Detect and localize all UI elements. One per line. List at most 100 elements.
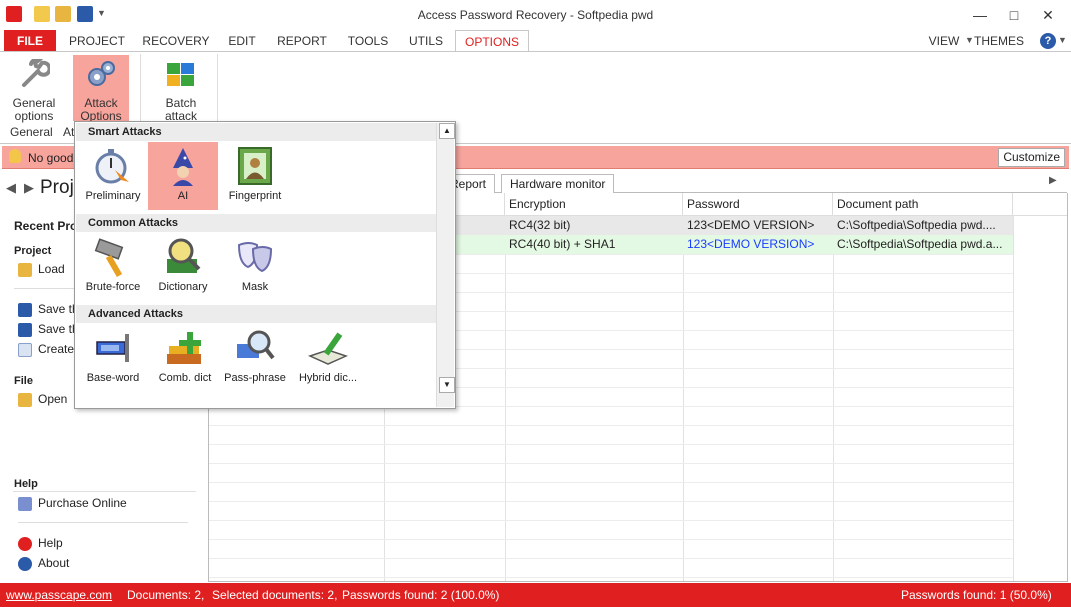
cart-icon: [18, 496, 32, 511]
tab-recovery[interactable]: RECOVERY: [138, 30, 214, 52]
lifebuoy-icon: [18, 536, 32, 551]
help-heading: Help: [14, 478, 38, 490]
save-as-item[interactable]: Save th: [18, 322, 79, 337]
scroll-down-icon[interactable]: ▼: [439, 377, 455, 393]
attack-options-button[interactable]: Attack Options: [73, 55, 129, 123]
general-options-button[interactable]: General options: [6, 55, 62, 123]
view-menu[interactable]: VIEW: [924, 30, 964, 52]
hybrid-dict-attack[interactable]: Hybrid dic...: [292, 324, 364, 392]
mask-label: Mask: [241, 281, 269, 293]
maximize-button[interactable]: □: [997, 4, 1031, 26]
pass-phrase-attack[interactable]: Pass-phrase: [220, 324, 290, 392]
file-heading: File: [14, 375, 33, 387]
cell-password: 123<DEMO VERSION>: [687, 237, 815, 251]
fingerprint-label: Fingerprint: [228, 190, 282, 202]
scroll-right-icon[interactable]: ▶: [1049, 175, 1057, 186]
ribbon-label-general-2: options: [14, 109, 54, 123]
caliper-icon: [93, 328, 133, 368]
column-encryption[interactable]: Encryption: [505, 193, 683, 215]
grid-line: [683, 215, 684, 581]
magnifier-book-icon: [163, 237, 203, 277]
comb-dict-label: Comb. dict: [158, 372, 212, 384]
wizard-icon: [163, 146, 203, 186]
tab-file[interactable]: FILE: [4, 30, 56, 52]
purchase-online-item[interactable]: Purchase Online: [18, 496, 127, 511]
preliminary-label: Preliminary: [85, 190, 141, 202]
batch-attack-button[interactable]: Batch attack: [152, 55, 210, 123]
tab-report[interactable]: REPORT: [270, 30, 334, 52]
tab-tools[interactable]: TOOLS: [340, 30, 396, 52]
attack-options-dropdown: Smart Attacks Preliminary AI Fingerprint…: [74, 121, 456, 409]
grid-row-line: [209, 520, 1013, 521]
folder-icon: [18, 262, 32, 277]
help-icon[interactable]: ?: [1040, 33, 1056, 49]
create-label: Create: [38, 342, 75, 356]
lightbulb-icon: [9, 149, 21, 163]
fingerprint-icon: [235, 146, 275, 186]
title-bar: ▼ Access Password Recovery - Softpedia p…: [0, 0, 1071, 30]
recent-projects-heading: Recent Proj: [14, 219, 81, 233]
ribbon-tabs: FILE PROJECT RECOVERY EDIT REPORT TOOLS …: [0, 30, 1071, 53]
book-pen-icon: [307, 328, 349, 368]
selected-count: Selected documents: 2,: [212, 588, 338, 602]
fingerprint-attack[interactable]: Fingerprint: [220, 142, 290, 210]
cell-password: 123<DEMO VERSION>: [687, 218, 815, 232]
section-smart-attacks: Smart Attacks: [76, 123, 436, 141]
scroll-up-icon[interactable]: ▲: [439, 123, 455, 139]
tab-hardware-monitor[interactable]: Hardware monitor: [501, 174, 615, 193]
view-dropdown-icon[interactable]: ▼: [965, 35, 974, 45]
comb-dict-attack[interactable]: Comb. dict: [150, 324, 220, 392]
tab-utils[interactable]: UTILS: [402, 30, 450, 52]
column-document-path[interactable]: Document path: [833, 193, 1013, 215]
themes-menu[interactable]: THEMES: [974, 30, 1024, 52]
preliminary-attack[interactable]: Preliminary: [78, 142, 148, 210]
about-label: About: [38, 556, 70, 570]
open-item[interactable]: Open: [18, 392, 67, 407]
tab-project[interactable]: PROJECT: [62, 30, 132, 52]
grid-row-line: [209, 444, 1013, 445]
mask-attack[interactable]: Mask: [220, 233, 290, 301]
forward-arrow-icon[interactable]: ▶: [24, 180, 34, 196]
open-folder-icon: [18, 392, 32, 407]
grid-row-line: [209, 558, 1013, 559]
purchase-label: Purchase Online: [38, 496, 127, 510]
dictionary-label: Dictionary: [158, 281, 208, 293]
help-item[interactable]: Help: [18, 536, 63, 551]
document-icon: [18, 342, 32, 357]
load-item[interactable]: Load: [18, 262, 65, 277]
customize-button[interactable]: Customize: [998, 148, 1065, 167]
minimize-button[interactable]: —: [963, 4, 997, 26]
status-bar: www.passcape.com Documents: 2, Selected …: [0, 583, 1071, 607]
ai-attack[interactable]: AI: [148, 142, 218, 210]
grid-line: [833, 215, 834, 581]
dictionary-attack[interactable]: Dictionary: [148, 233, 218, 301]
save-item[interactable]: Save th: [18, 302, 79, 317]
save-as-label: Save th: [38, 322, 79, 336]
base-word-label: Base-word: [86, 372, 140, 384]
create-item[interactable]: Create: [18, 342, 74, 357]
grid-line: [505, 215, 506, 581]
save-label: Save th: [38, 302, 79, 316]
dropdown-scrollbar[interactable]: ▲ ▼: [436, 123, 455, 407]
panel-title: Proj: [40, 177, 74, 198]
hammer-icon: [93, 237, 133, 278]
save-icon: [18, 302, 32, 317]
base-word-attack[interactable]: Base-word: [78, 324, 148, 392]
help-dropdown-icon[interactable]: ▼: [1058, 35, 1067, 45]
back-arrow-icon[interactable]: ◀: [6, 180, 16, 196]
tab-options[interactable]: OPTIONS: [455, 30, 529, 53]
grid-row-line: [209, 501, 1013, 502]
grid-row-line: [209, 539, 1013, 540]
close-button[interactable]: ✕: [1031, 4, 1065, 26]
brute-force-attack[interactable]: Brute-force: [78, 233, 148, 301]
grid-row-line: [209, 577, 1013, 578]
gears-icon: [85, 59, 117, 91]
passwords-found: Passwords found: 2 (100.0%): [342, 588, 500, 602]
magnifier-icon: [235, 328, 275, 368]
cell-path: C:\Softpedia\Softpedia pwd....: [837, 218, 996, 232]
website-link[interactable]: www.passcape.com: [6, 588, 112, 602]
about-item[interactable]: About: [18, 556, 69, 571]
tab-edit[interactable]: EDIT: [222, 30, 262, 52]
column-password[interactable]: Password: [683, 193, 833, 215]
pass-phrase-label: Pass-phrase: [224, 372, 286, 384]
